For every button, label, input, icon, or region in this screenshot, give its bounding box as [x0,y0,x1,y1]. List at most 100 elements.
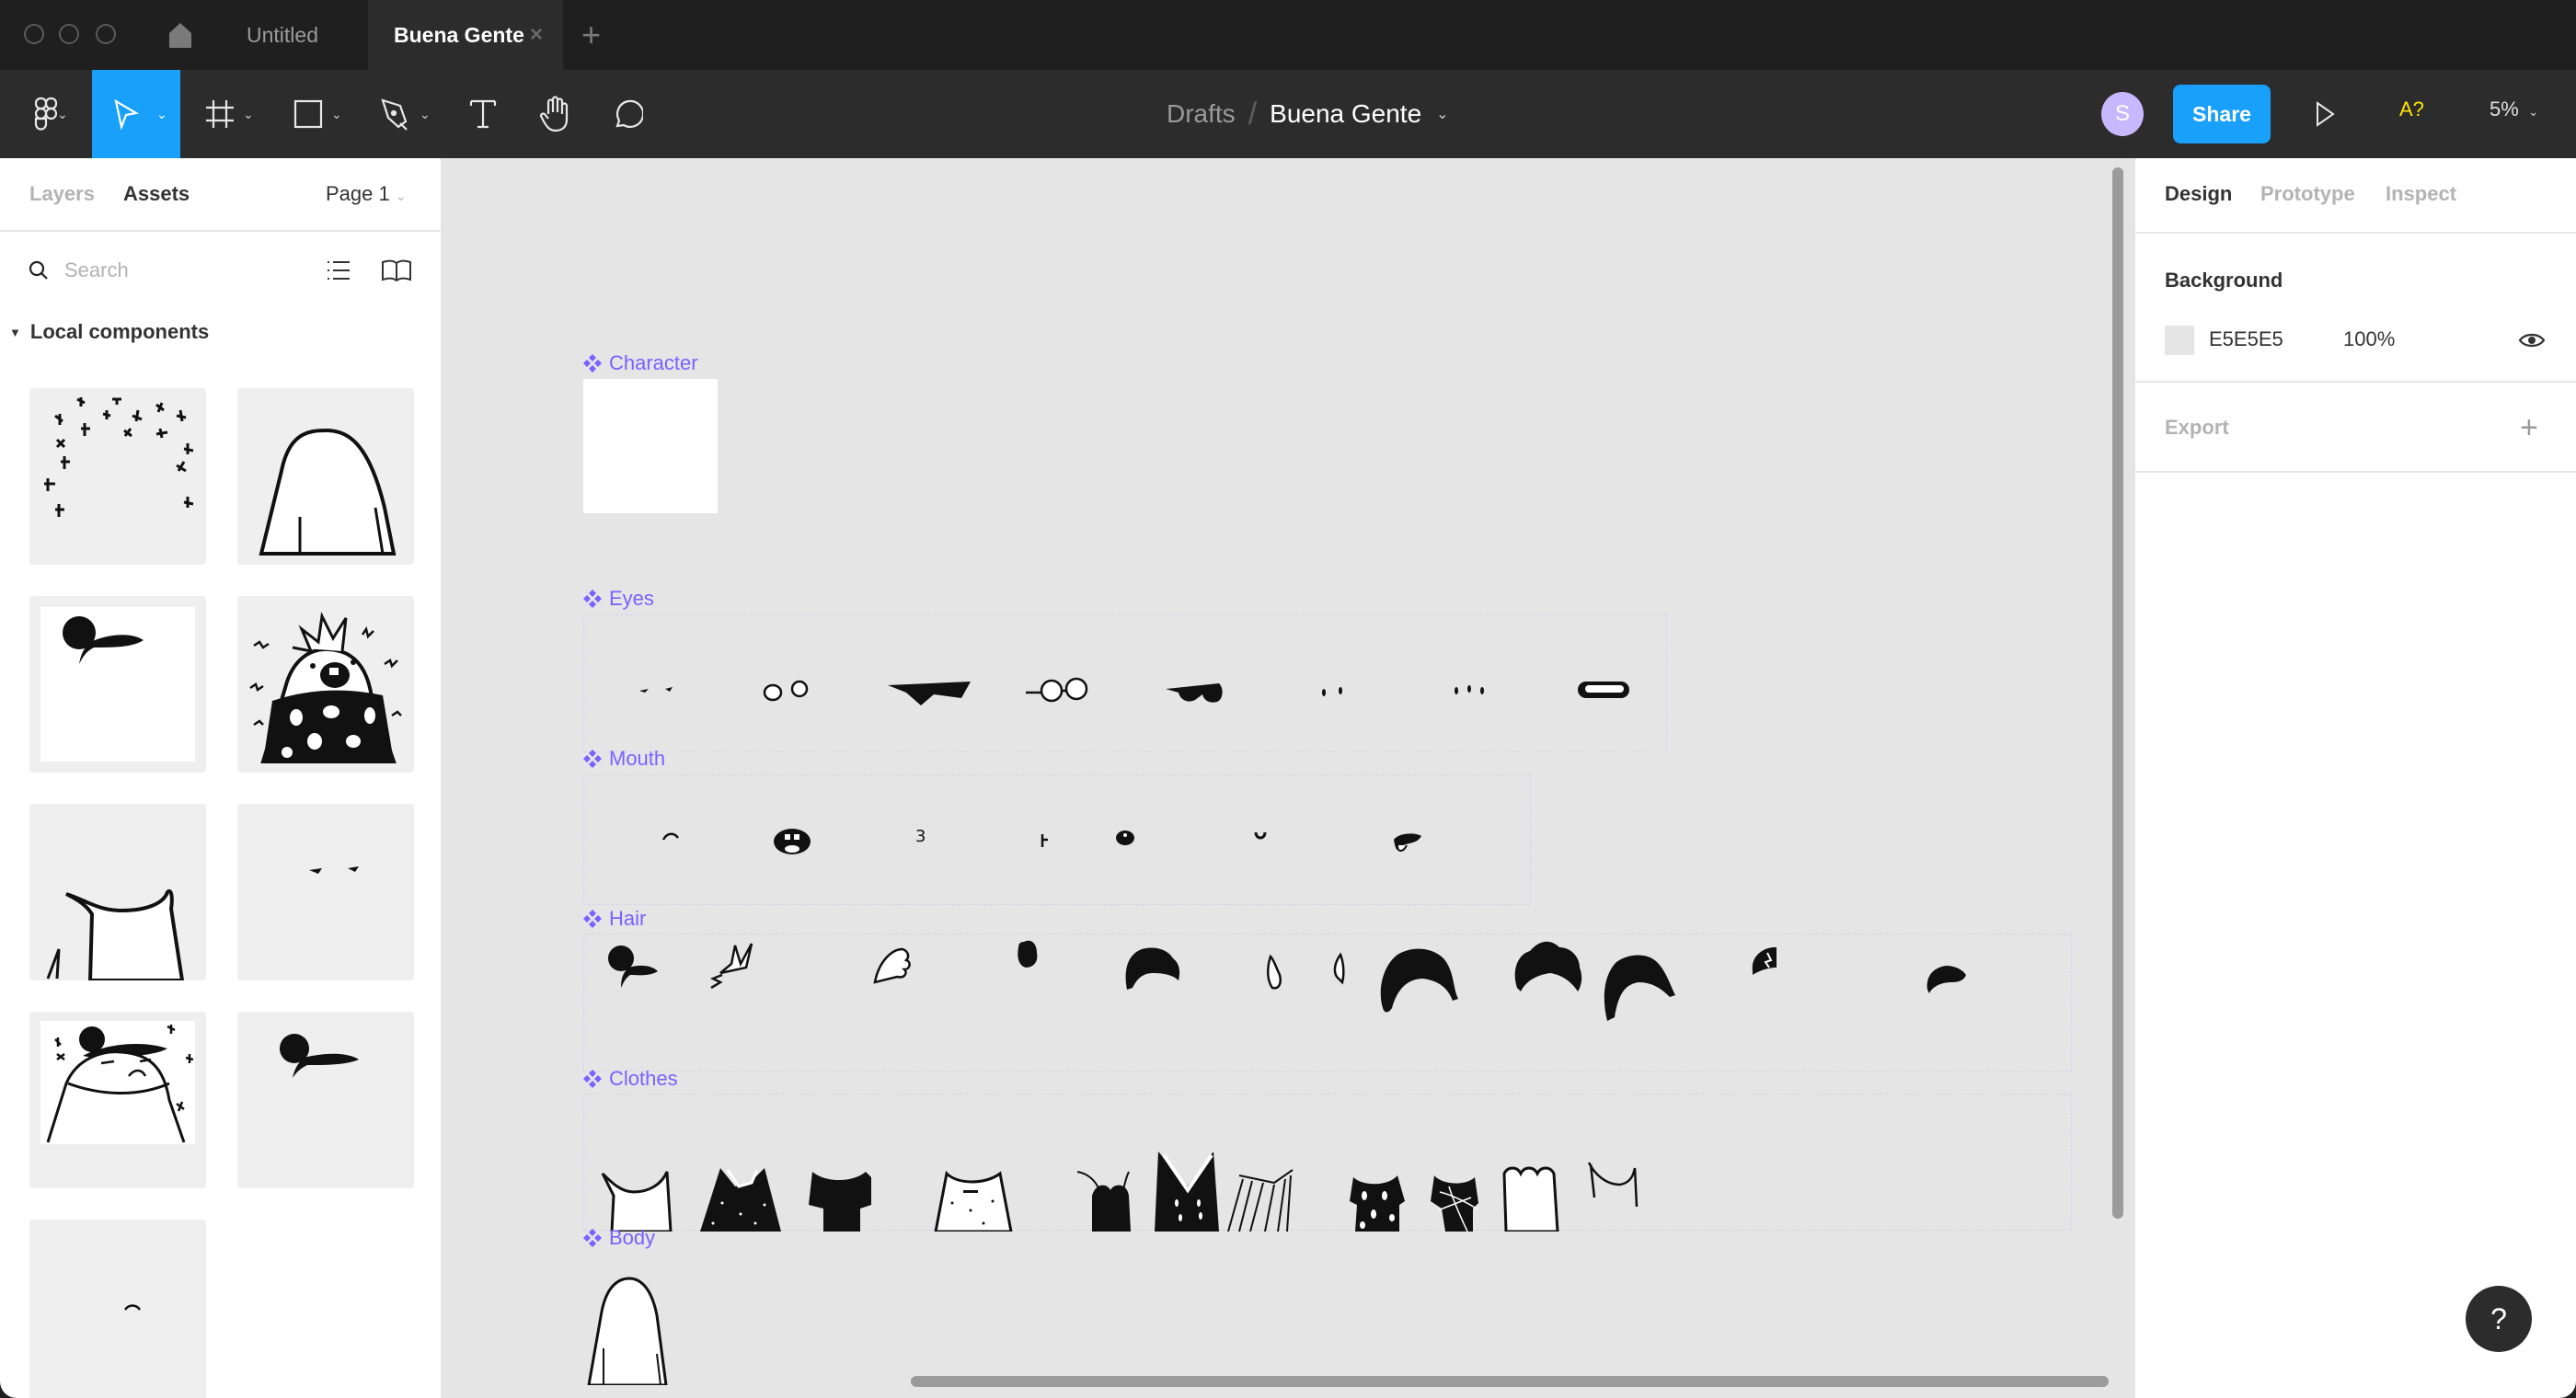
page-name: Page 1 [326,182,390,205]
eyes-variant-5 [1166,683,1223,703]
clothes-variant-10 [1502,1166,1559,1232]
close-tab-icon[interactable]: × [530,24,543,46]
hair-variant-7 [1380,948,1458,1013]
eye-visibility-icon[interactable] [2518,331,2546,350]
chevron-down-icon: ⌄ [395,189,407,203]
tab-buena-gente[interactable]: Buena Gente × [368,0,563,70]
body-component-thumbnail-icon [259,428,397,556]
file-name[interactable]: Buena Gente [1270,99,1421,129]
assets-panel: Layers Assets Page 1 ⌄ ▼ Local components [0,158,442,1398]
clothes-component-set[interactable] [583,1094,2072,1232]
eyes-component-set[interactable] [583,614,1667,752]
frame-label-mouth[interactable]: Mouth [583,747,665,771]
hair-variant-9 [1604,955,1675,1021]
mouth-component-set[interactable]: 3 [583,774,1531,905]
main-menu-button[interactable]: ⌄ [17,70,75,158]
export-title: Export [2165,416,2229,439]
pen-tool[interactable]: ⌄ [372,70,440,158]
asset-search-input[interactable] [64,252,285,289]
vertical-scrollbar[interactable] [2112,167,2123,1219]
hand-tool[interactable] [532,70,578,158]
component-thumbnail[interactable] [29,1012,206,1188]
tab-inspect[interactable]: Inspect [2386,182,2456,206]
component-thumbnail[interactable] [29,388,206,565]
search-icon [29,260,48,280]
frame-name: Mouth [609,747,666,770]
comment-tool[interactable] [604,70,650,158]
component-thumbnail[interactable] [237,804,414,980]
component-icon [583,1070,602,1088]
character-component[interactable] [583,379,718,513]
frame-name: Body [609,1226,656,1249]
background-color-swatch[interactable] [2165,326,2194,355]
accessibility-check-button[interactable]: A? [2399,97,2424,121]
zoom-dropdown[interactable]: 5% ⌄ [2490,97,2539,121]
hair-variant-1 [608,945,658,988]
local-components-header[interactable]: ▼ Local components [9,320,209,344]
move-tool[interactable]: ⌄ [92,70,180,158]
tab-assets[interactable]: Assets [123,182,190,206]
minimize-window-button[interactable] [59,24,79,44]
body-component[interactable] [583,1275,712,1385]
frame-label-eyes[interactable]: Eyes [583,587,654,611]
clothes-variant-11 [1587,1162,1639,1208]
breadcrumb-drafts[interactable]: Drafts [1167,99,1236,129]
close-window-button[interactable] [24,24,44,44]
hair-component-thumbnail-icon [280,1034,359,1078]
component-thumbnail[interactable] [29,1220,206,1398]
frame-label-clothes[interactable]: Clothes [583,1067,678,1091]
rectangle-icon [293,99,323,129]
component-thumbnail[interactable] [29,804,206,980]
shape-tool[interactable]: ⌄ [285,70,351,158]
horizontal-scrollbar[interactable] [911,1376,2109,1387]
eyes-variants [639,677,1629,705]
background-hex-input[interactable]: E5E5E5 [2209,327,2283,351]
figma-logo-icon [34,97,58,131]
cursor-arrow-icon [114,98,140,130]
page-selector[interactable]: Page 1 ⌄ [326,182,406,206]
component-thumbnail[interactable] [237,388,414,565]
design-canvas[interactable]: Character Eyes Mouth 3 Hair Clothes Body [442,158,2134,1398]
add-export-icon[interactable]: + [2520,412,2538,443]
frame-label-body[interactable]: Body [583,1226,655,1250]
tab-untitled[interactable]: Untitled [213,0,351,70]
frame-label-hair[interactable]: Hair [583,907,646,931]
component-thumbnail[interactable] [237,596,414,773]
hair-component-set[interactable] [583,934,2072,1071]
component-thumbnail[interactable] [29,596,206,773]
new-tab-button[interactable]: + [581,17,601,53]
eyes-component-thumbnail-icon [309,866,359,874]
background-opacity-input[interactable]: 100% [2343,327,2395,351]
hair-on-white-component-thumbnail-icon [40,607,195,762]
frame-label-character[interactable]: Character [583,351,698,375]
tab-label: Untitled [247,22,318,47]
clothes-variant-1 [601,1171,673,1232]
background-section: Background E5E5E5 100% [2135,234,2576,383]
list-view-icon[interactable] [326,259,351,281]
maximize-window-button[interactable] [96,24,116,44]
title-bar: Untitled Buena Gente × + [0,0,2576,70]
tab-layers[interactable]: Layers [29,182,95,206]
frame-name: Character [609,351,698,374]
chevron-down-icon[interactable]: ⌄ [1436,105,1448,123]
asset-search-bar [0,234,441,307]
character-with-stars-component-thumbnail-icon [40,1021,195,1144]
share-button[interactable]: Share [2173,85,2271,143]
tab-design[interactable]: Design [2165,182,2232,206]
present-play-icon[interactable] [2315,101,2335,127]
team-library-book-icon[interactable] [381,259,412,281]
mouth-variants: 3 [661,827,1421,854]
text-tool[interactable] [460,70,506,158]
help-button[interactable]: ? [2466,1286,2532,1352]
star-marks [44,397,194,517]
eyes-variant-4 [1026,677,1088,703]
tab-label: Buena Gente [394,22,524,47]
stars-component-thumbnail-icon [44,397,194,517]
tab-prototype[interactable]: Prototype [2260,182,2355,206]
right-panel-tabs: Design Prototype Inspect [2135,158,2576,234]
user-avatar[interactable]: S [2101,92,2144,136]
comment-bubble-icon [615,99,643,128]
home-icon[interactable] [166,20,195,50]
frame-tool[interactable]: ⌄ [197,70,263,158]
component-thumbnail[interactable] [237,1012,414,1188]
